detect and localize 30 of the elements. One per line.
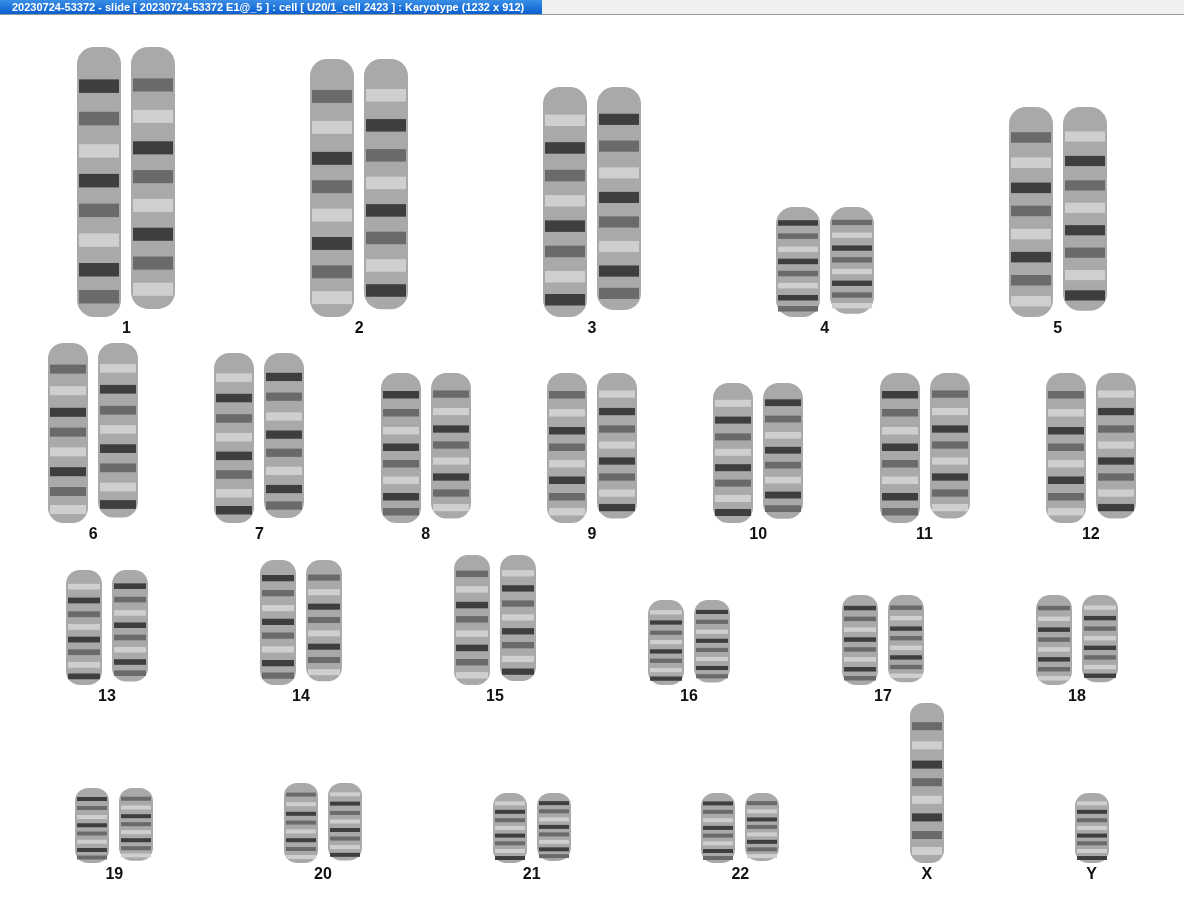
chromosome-number: 5 [1053,319,1063,337]
chromosome-number: 19 [105,865,124,883]
chromosome-drawing [536,793,571,861]
chromosome-number: Y [1086,865,1097,883]
chromosome-number: 18 [1068,687,1086,705]
chromosome-number: 6 [88,525,98,543]
chromosome-number: X [921,865,933,883]
window-title: 20230724-53372 - slide [ 20230724-53372 E1@_5 ] : cell [ U20/1_cell 2423 ] : Karyotype (1232 x 912) [0,0,543,14]
chromosome-number: 12 [1081,525,1100,543]
chromosome-number: 2 [354,319,364,337]
chromosome-number: 21 [522,865,541,883]
chromosome-number: 22 [731,865,750,883]
chromosome-number: 3 [587,319,597,337]
chromosome-number: 9 [587,525,597,543]
chromosome-number: 16 [680,687,698,705]
chromosome-drawing [701,793,736,863]
chromosome-number: 14 [292,687,310,705]
chromosome-number: 1 [121,319,131,337]
chromosome-number: 20 [314,865,332,883]
chromosome-drawing [745,793,780,861]
chromosome-number: 17 [874,687,892,705]
chromosome-number: 11 [916,525,933,543]
chromosome-drawing [492,793,527,863]
chromosome-number: 4 [820,319,830,337]
chromosome-number: 13 [98,687,116,705]
chromosome-number: 8 [421,525,431,543]
chromosome-drawing [1074,793,1109,863]
chromosome-number: 15 [486,687,504,705]
chromosome-number: 10 [749,525,768,543]
chromosome-number: 7 [254,525,264,543]
